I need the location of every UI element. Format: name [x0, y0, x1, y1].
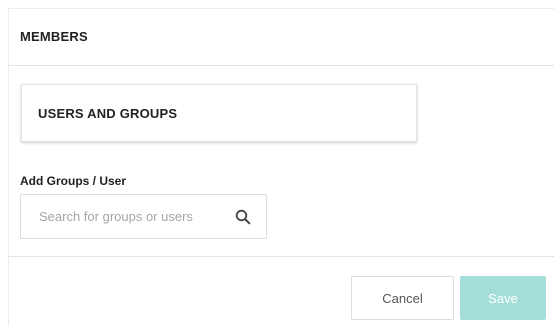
- save-button[interactable]: Save: [460, 276, 546, 320]
- add-groups-user-label: Add Groups / User: [20, 174, 127, 188]
- members-panel: MEMBERS USERS AND GROUPS Add Groups / Us…: [8, 8, 554, 326]
- search-input[interactable]: [22, 196, 226, 237]
- search-icon[interactable]: [235, 209, 251, 225]
- search-box[interactable]: [20, 194, 267, 239]
- panel-header: MEMBERS: [9, 9, 554, 66]
- users-and-groups-card[interactable]: USERS AND GROUPS: [21, 84, 417, 142]
- users-and-groups-label: USERS AND GROUPS: [38, 106, 178, 121]
- panel-footer: Cancel Save: [9, 256, 554, 327]
- cancel-button[interactable]: Cancel: [351, 276, 454, 320]
- panel-title: MEMBERS: [20, 29, 88, 44]
